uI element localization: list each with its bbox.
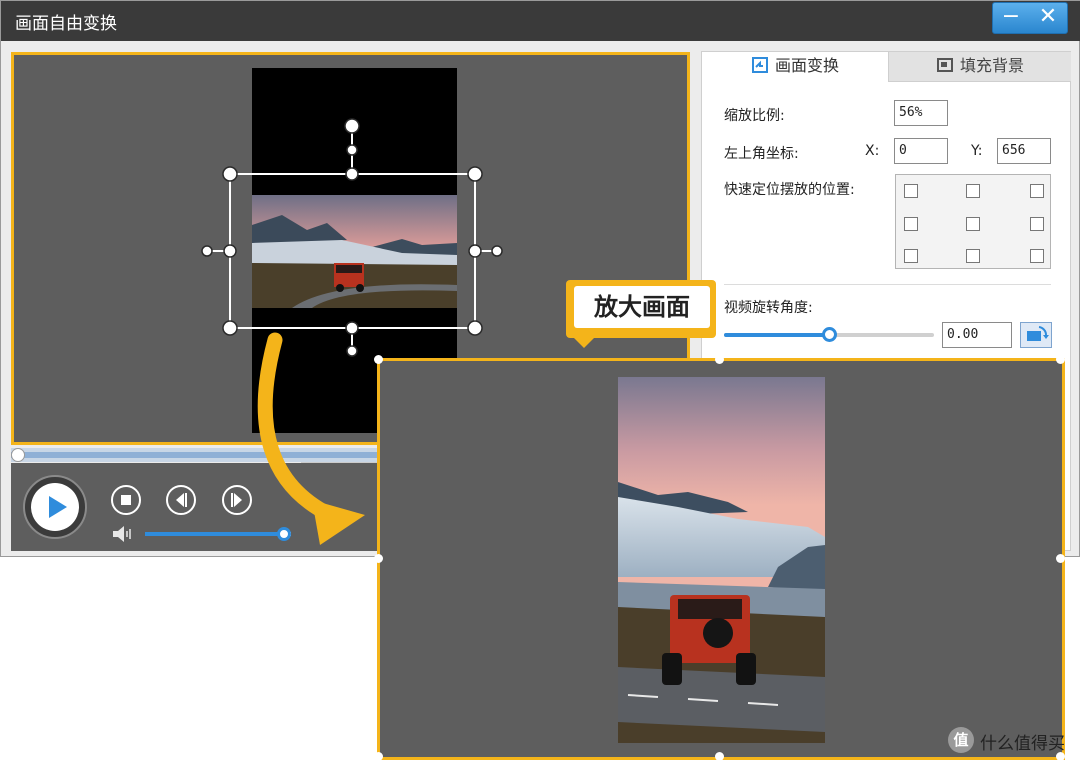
watermark-logo: 值 bbox=[948, 727, 974, 753]
curved-arrow bbox=[257, 332, 365, 545]
watermark-text: 什么值得买 bbox=[980, 734, 1065, 754]
